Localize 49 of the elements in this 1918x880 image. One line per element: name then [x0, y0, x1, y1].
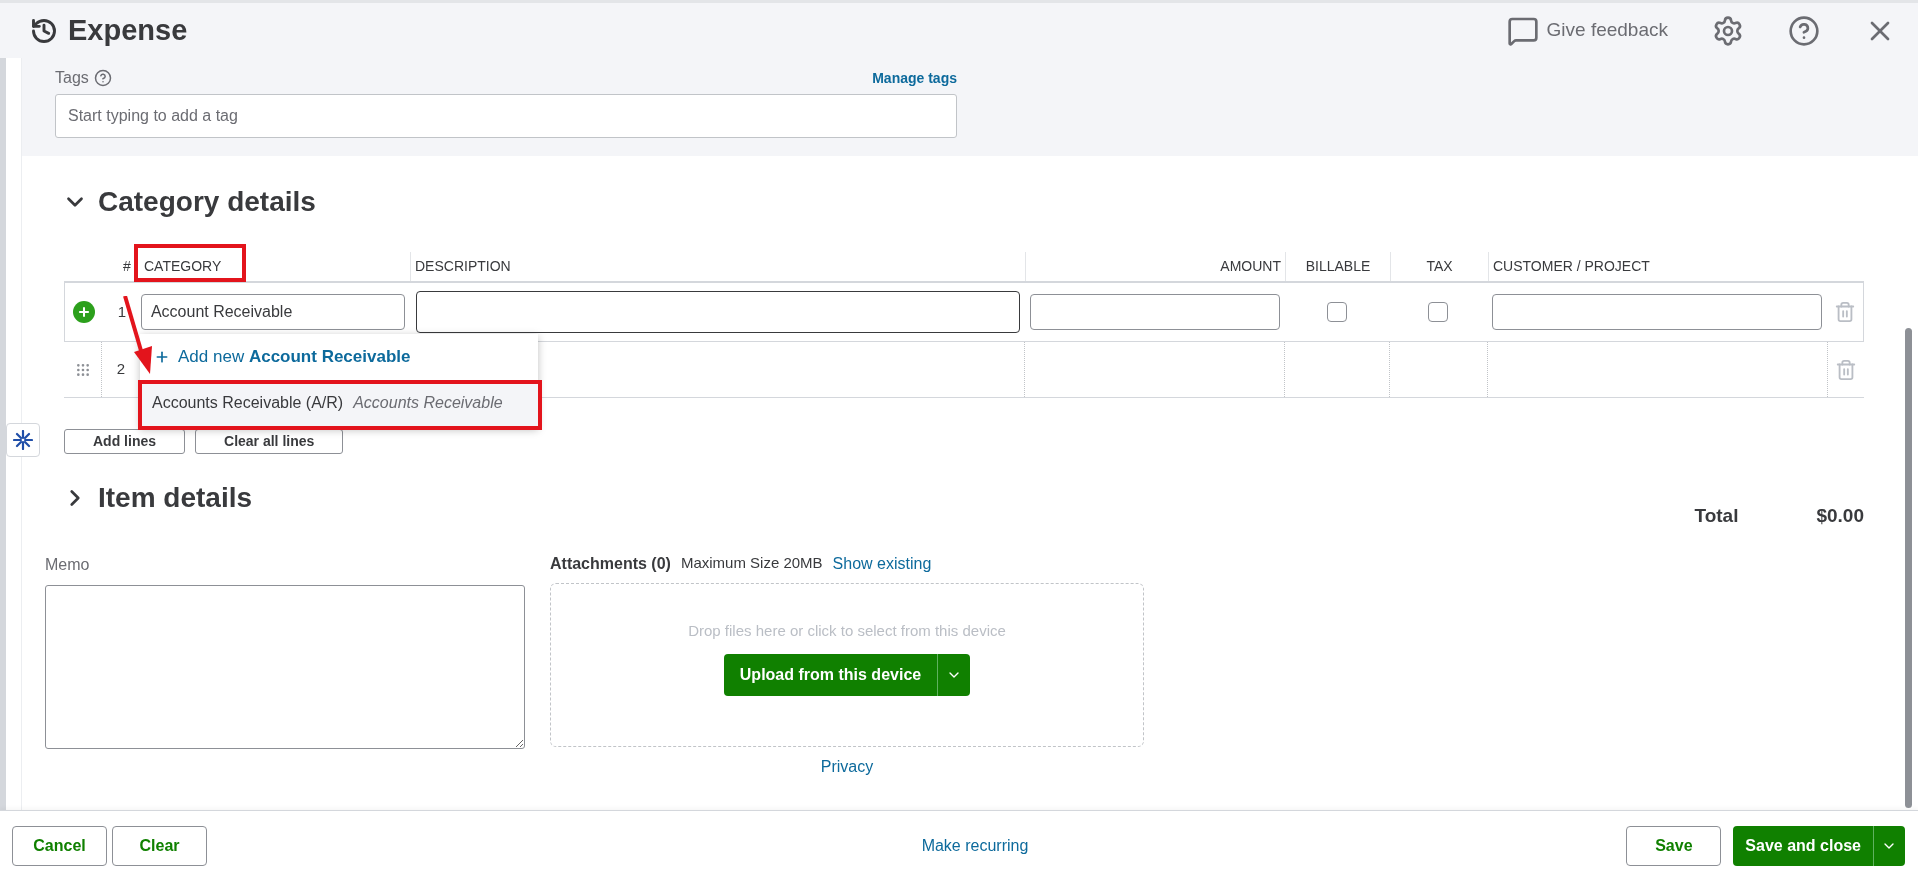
- customer-field[interactable]: [1492, 294, 1823, 330]
- checkbox[interactable]: [1327, 302, 1348, 322]
- clear-button[interactable]: Clear: [112, 825, 207, 866]
- plus-icon: [154, 349, 170, 365]
- drop-zone[interactable]: Drop files here or click to select from this device Upload from this device: [550, 582, 1144, 747]
- total-amount: $0.00: [1816, 504, 1864, 528]
- help-icon[interactable]: [1788, 14, 1820, 47]
- scrollbar[interactable]: [1905, 328, 1912, 808]
- max-size-text: Maximum Size 20MB: [680, 553, 823, 574]
- privacy-link[interactable]: Privacy: [820, 754, 874, 779]
- row-number: 2: [116, 359, 126, 380]
- memo-field[interactable]: [45, 584, 525, 749]
- history-icon[interactable]: [30, 16, 58, 45]
- manage-tags-link[interactable]: Manage tags: [872, 67, 957, 89]
- attachments-title: Attachments (0): [550, 553, 671, 574]
- cancel-button[interactable]: Cancel: [12, 825, 107, 866]
- clear-lines-button[interactable]: Clear all lines: [195, 429, 344, 454]
- memo-label: Memo: [45, 554, 91, 573]
- checkbox[interactable]: [1428, 302, 1449, 322]
- column-header: DESCRIPTION: [415, 257, 511, 276]
- column-header: BILLABLE: [1305, 257, 1371, 276]
- column-header: CATEGORY: [144, 257, 222, 276]
- show-existing-link[interactable]: Show existing: [832, 551, 932, 576]
- category-field[interactable]: Account Receivable: [140, 294, 405, 330]
- feedback-button[interactable]: Give feedback: [1506, 14, 1668, 47]
- section-title: Category details: [98, 185, 316, 219]
- window-title: Expense: [68, 12, 188, 48]
- section-title: Item details: [98, 481, 253, 515]
- make-recurring-link[interactable]: Make recurring: [921, 833, 1029, 858]
- row-number: 1: [117, 301, 127, 322]
- add-row-icon[interactable]: [72, 301, 95, 323]
- description-field[interactable]: [415, 291, 1020, 333]
- add-lines-button[interactable]: Add lines: [64, 429, 185, 454]
- amount-field[interactable]: [1029, 294, 1280, 330]
- assistant-button[interactable]: [6, 423, 40, 457]
- column-header: TAX: [1426, 257, 1453, 276]
- settings-icon[interactable]: [1712, 14, 1744, 47]
- column-header: CUSTOMER / PROJECT: [1493, 257, 1650, 276]
- tags-field[interactable]: Start typing to add a tag: [55, 94, 957, 138]
- add-new-option[interactable]: Add new Account Receivable: [140, 334, 538, 380]
- column-header: AMOUNT: [1220, 257, 1281, 276]
- drag-handle-icon[interactable]: [74, 361, 91, 378]
- column-header: #: [123, 257, 131, 276]
- sparkle-icon: [13, 430, 33, 450]
- tags-label: Tags: [55, 68, 89, 88]
- help-icon[interactable]: [93, 69, 112, 87]
- drop-hint: Drop files here or click to select from this device: [688, 620, 1006, 641]
- save-button[interactable]: Save: [1626, 825, 1722, 866]
- total-label: Total: [1694, 504, 1739, 528]
